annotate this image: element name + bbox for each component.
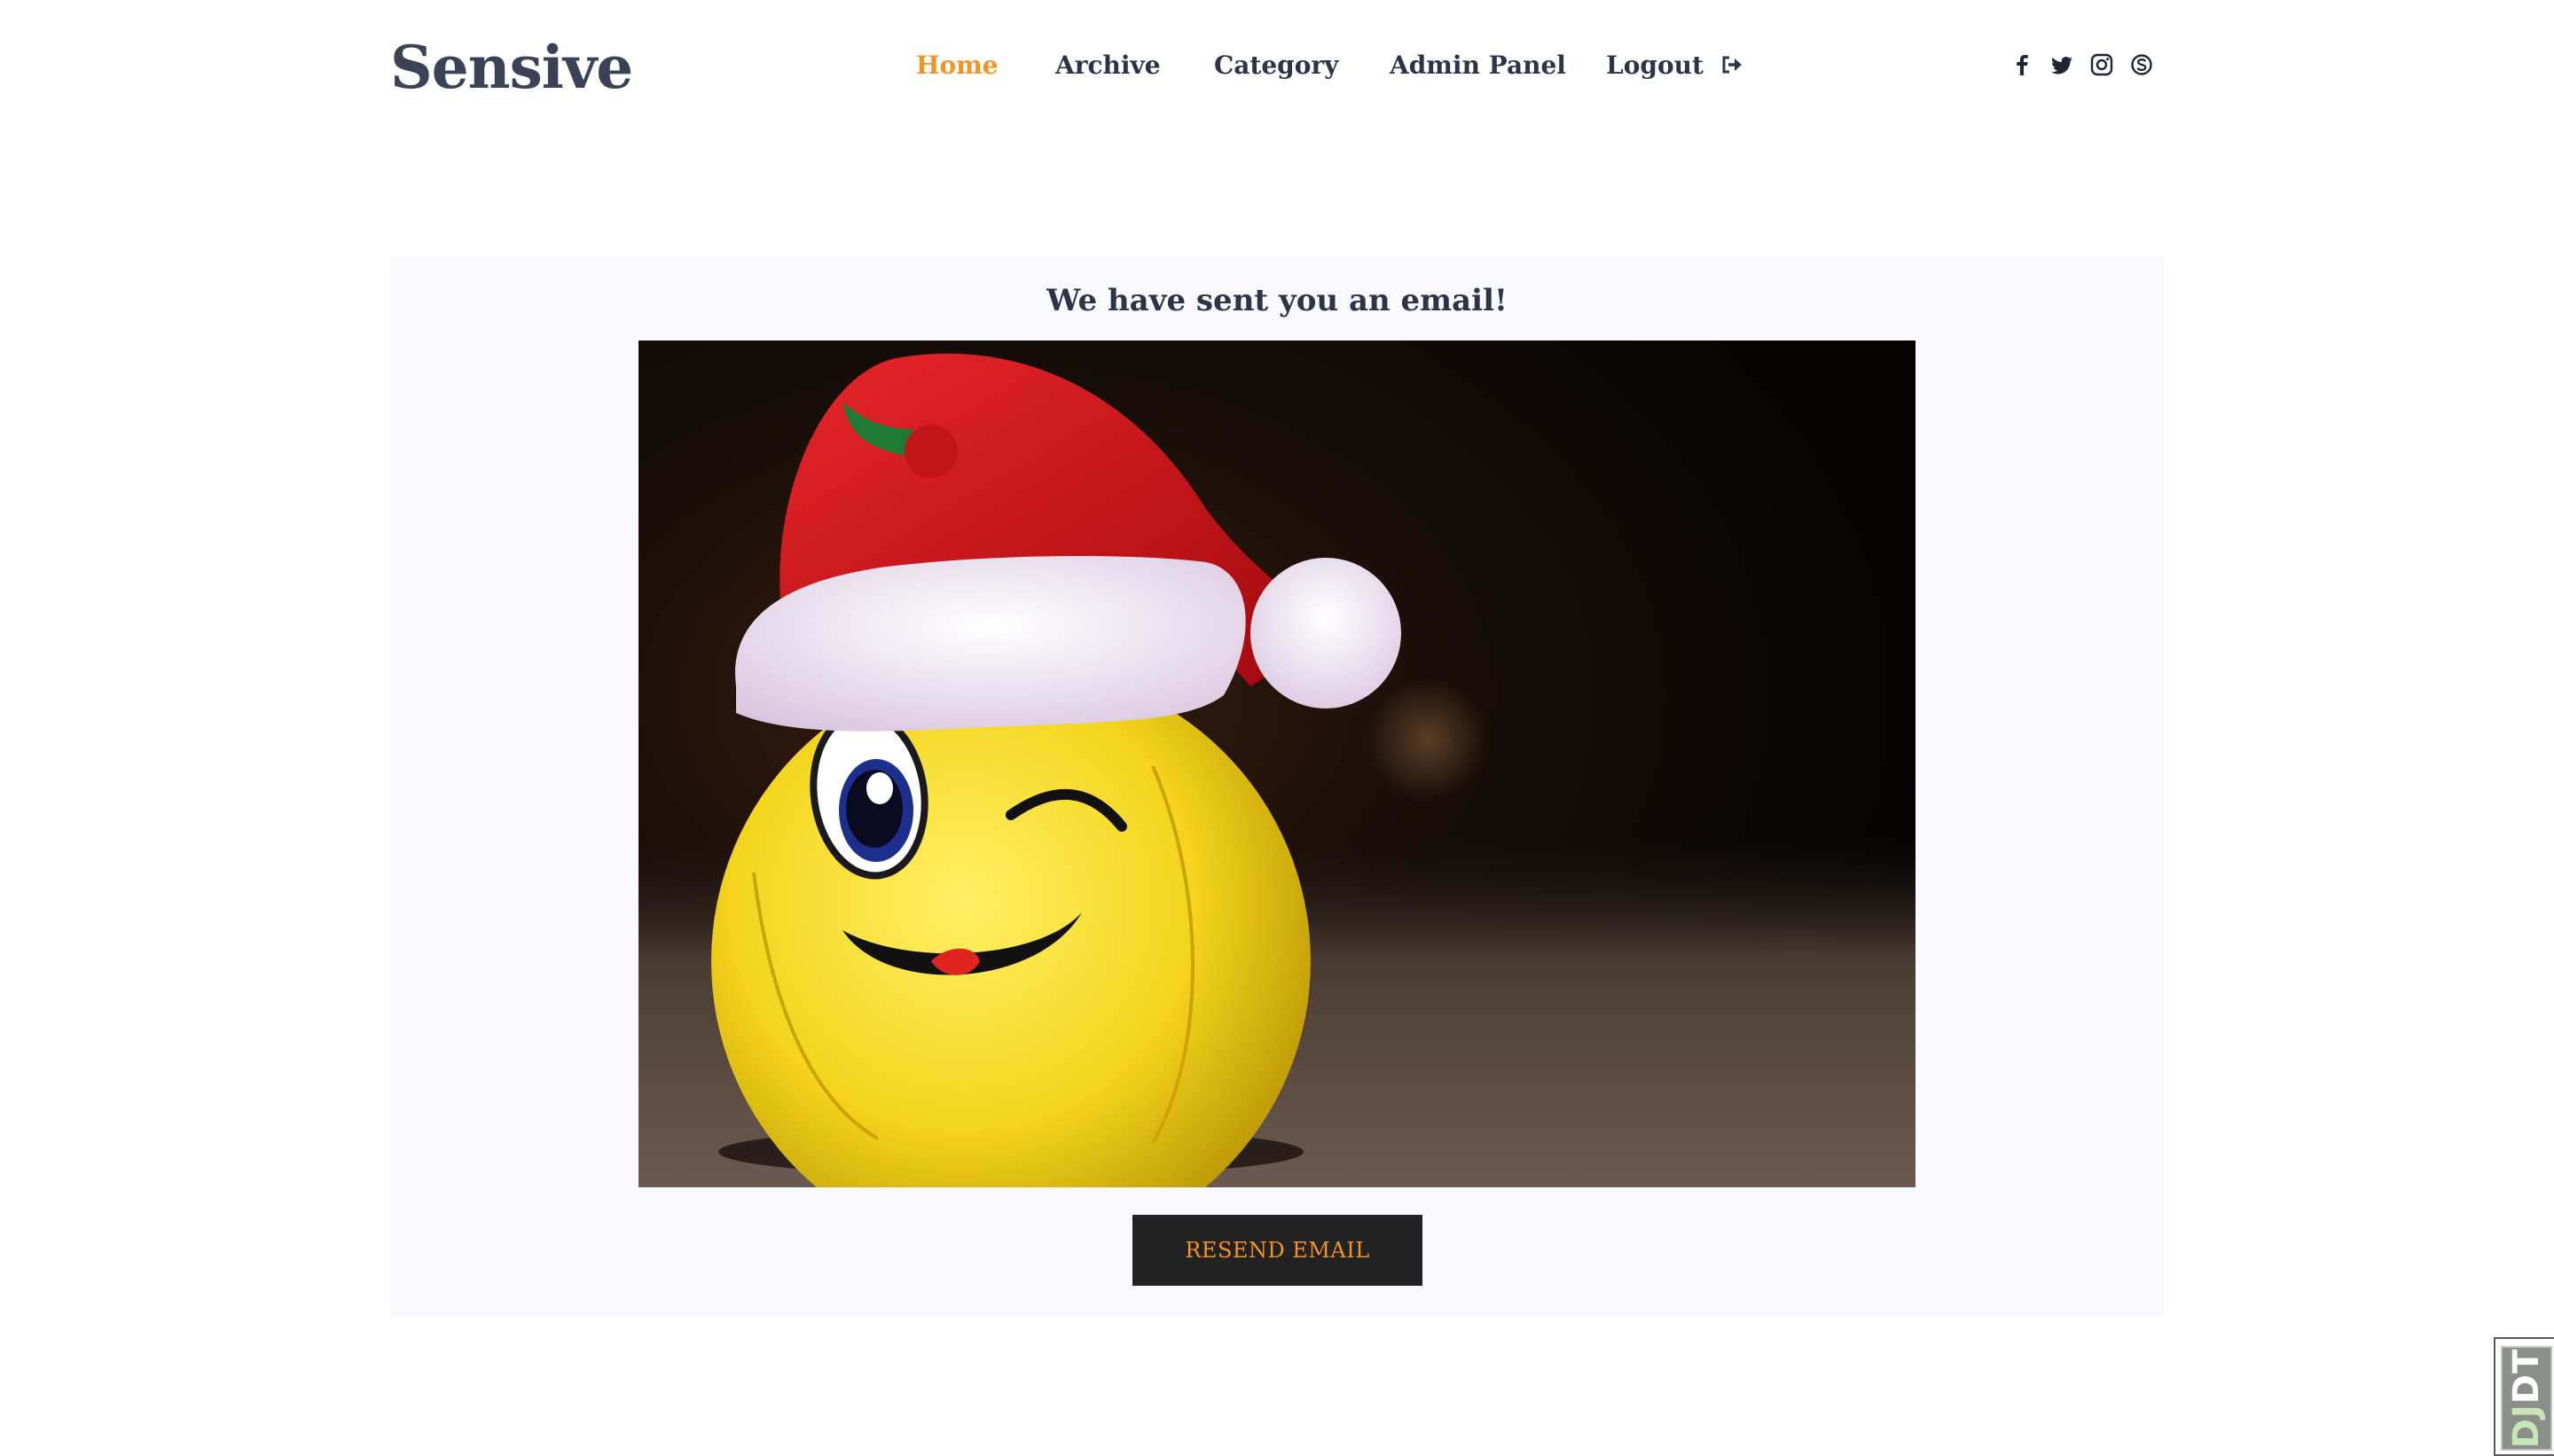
instagram-icon[interactable] [2088, 51, 2115, 78]
nav-logout-label: Logout [1606, 51, 1704, 80]
nav-home[interactable]: Home [916, 46, 999, 85]
hero-image [638, 341, 1916, 1187]
site-header: Sensive Home Archive Category Admin Pane… [0, 0, 2554, 133]
twitter-icon[interactable] [2049, 51, 2075, 78]
resend-email-button[interactable]: RESEND EMAIL [1132, 1215, 1422, 1286]
debug-toolbar-handle[interactable]: DJDT [2494, 1337, 2554, 1456]
debug-toolbar-logo: DJDT [2501, 1346, 2552, 1451]
email-confirmation-card: We have sent you an email! RESEND EMAIL [390, 257, 2164, 1317]
debug-toolbar-label-dj: DJ [2506, 1404, 2547, 1449]
debug-toolbar-label-dt: DT [2506, 1348, 2547, 1405]
nav-logout[interactable]: Logout [1606, 46, 1744, 85]
site-logo[interactable]: Sensive [390, 32, 633, 103]
page-title: We have sent you an email! [1046, 283, 1508, 318]
logout-icon [1720, 50, 1744, 74]
nav-category[interactable]: Category [1214, 46, 1338, 85]
skype-icon[interactable] [2128, 51, 2155, 78]
facebook-icon[interactable] [2009, 51, 2035, 78]
nav-admin-panel[interactable]: Admin Panel [1390, 46, 1566, 85]
nav-archive[interactable]: Archive [1055, 46, 1161, 85]
